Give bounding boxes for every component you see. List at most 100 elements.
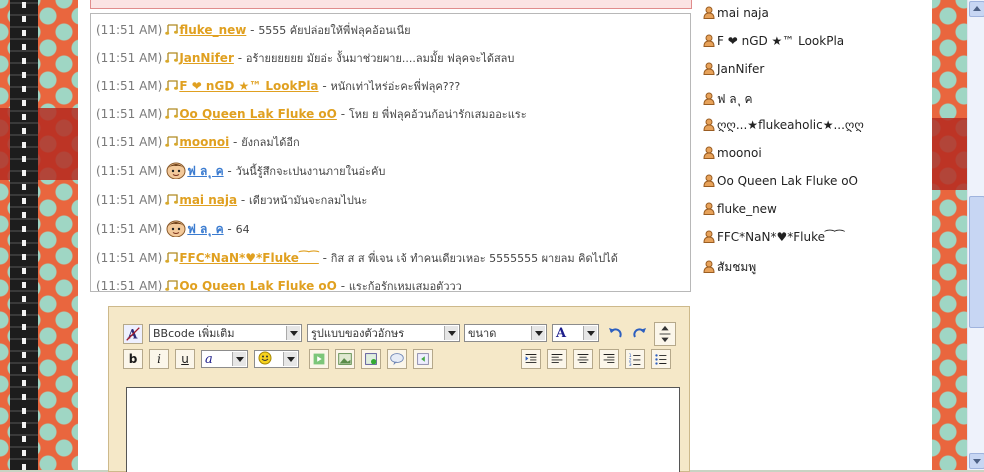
quote-icon[interactable] [387, 349, 407, 369]
music-note-icon [165, 194, 179, 205]
undo-icon[interactable] [605, 324, 625, 344]
highlight-select[interactable]: a [201, 350, 248, 368]
page-scroll-thumb[interactable] [969, 196, 984, 328]
bullet-list-icon[interactable] [651, 349, 671, 369]
notice-bar [90, 0, 692, 9]
music-note-icon [165, 136, 179, 147]
page-scroll-up-button[interactable] [969, 1, 984, 17]
user-icon [703, 6, 715, 19]
underline-button[interactable]: u [175, 349, 195, 369]
font-select-label: รูปแบบของตัวอักษร [311, 327, 405, 340]
message-author-link[interactable]: Oo Queen Lak Fluke oO [179, 279, 337, 291]
align-right-icon[interactable] [599, 349, 619, 369]
user-name: fluke_new [717, 202, 777, 216]
ordered-list-icon[interactable]: 123 [625, 349, 645, 369]
user-list-item[interactable]: mai naja [703, 6, 769, 26]
bbcode-select[interactable]: BBcode เพิ่มเติม [149, 324, 302, 342]
user-name: JanNifer [717, 62, 765, 76]
message-author-link[interactable]: F ❤ nGD ★™ LookPla [179, 79, 318, 93]
underline-label: u [181, 352, 189, 366]
message-text: กิส ส ส พี่เจน เจ้ ทำคนเดียวเหอะ 5555555… [330, 252, 618, 265]
font-select[interactable]: รูปแบบของตัวอักษร [307, 324, 460, 342]
page-scrollbar[interactable] [967, 0, 984, 470]
chat-message: (11:51 AM) fluke_new - 5555 คัยปล่อยให้พี… [96, 21, 411, 41]
message-time: (11:51 AM) [96, 23, 163, 37]
message-author-link[interactable]: fluke_new [179, 23, 246, 37]
user-name: ღღ...★flukeaholic★...ღღ [717, 118, 864, 132]
user-list-item[interactable]: moonoi [703, 146, 762, 166]
message-author-link[interactable]: ฟ ล ุ ค [187, 164, 223, 178]
smiley-avatar-icon [166, 220, 186, 237]
bold-button[interactable]: b [123, 349, 143, 369]
message-author-link[interactable]: mai naja [179, 193, 237, 207]
chat-message: (11:51 AM) mai naja - เดียวหน้ามันจะกลมไป… [96, 191, 367, 211]
user-list-item[interactable]: ฟ ล ุ ค [703, 90, 753, 110]
italic-button[interactable]: i [149, 349, 169, 369]
italic-label: i [157, 352, 161, 366]
insert-media-icon[interactable] [309, 349, 329, 369]
page-scroll-down-button[interactable] [969, 453, 984, 469]
music-note-icon [165, 108, 179, 119]
user-list-item[interactable]: ღღ...★flukeaholic★...ღღ [703, 118, 864, 138]
message-text: 64 [235, 223, 250, 236]
message-textarea[interactable] [126, 387, 680, 472]
insert-image-icon[interactable] [335, 349, 355, 369]
chevron-down-icon [286, 326, 300, 340]
message-time: (11:51 AM) [96, 107, 163, 121]
size-select[interactable]: ขนาด [464, 324, 547, 342]
align-left-icon[interactable] [547, 349, 567, 369]
indent-icon[interactable] [521, 349, 541, 369]
user-icon [703, 202, 715, 215]
align-center-icon[interactable] [573, 349, 593, 369]
right-margin [881, 0, 932, 470]
redo-icon[interactable] [630, 324, 650, 344]
message-time: (11:51 AM) [96, 193, 163, 207]
user-name: ฟ ล ุ ค [717, 92, 753, 106]
message-time: (11:51 AM) [96, 79, 163, 93]
message-author-link[interactable]: ฟ ล ุ ค [187, 222, 223, 236]
message-author-link[interactable]: Oo Queen Lak Fluke oO [179, 107, 337, 121]
user-list-item[interactable]: สัมชมพู [703, 258, 756, 278]
resize-icon[interactable] [654, 322, 676, 346]
message-author-link[interactable]: JanNifer [179, 51, 234, 65]
user-list-item[interactable]: fluke_new [703, 202, 777, 222]
chevron-down-icon [531, 326, 545, 340]
message-time: (11:51 AM) [96, 222, 163, 236]
color-select[interactable]: A [552, 324, 599, 342]
text-style-icon: a [205, 352, 213, 367]
message-separator: - [223, 164, 236, 178]
insert-code-icon[interactable] [413, 349, 433, 369]
music-note-icon [165, 280, 179, 291]
emoticon-select[interactable] [254, 350, 299, 368]
font-format-icon[interactable]: A [123, 324, 143, 344]
chevron-down-icon [583, 326, 597, 340]
chat-message: (11:51 AM) F ❤ nGD ★™ LookPla - หนักเท่าไ… [96, 77, 460, 97]
chevron-down-icon [283, 352, 297, 366]
user-list-item[interactable]: Oo Queen Lak Fluke oO [703, 174, 858, 194]
user-icon [703, 146, 715, 159]
chat-message: (11:51 AM) FFC*NaN*♥*Fluke⁀⁀ - กิส ส ส พี… [96, 249, 618, 269]
user-list-item[interactable]: JanNifer [703, 62, 764, 82]
message-text: หนักเท่าไหร่อ่ะคะพี่ฟลุค??? [330, 80, 461, 93]
user-icon [703, 92, 715, 105]
online-user-list: mai naja F ❤ nGD ★™ LookPla JanNifer ฟ ล ุ … [698, 0, 881, 470]
user-list-item[interactable]: FFC*NaN*♥*Fluke⁀⁀ [703, 230, 844, 250]
chat-message: (11:51 AM) ฟ ล ุ ค - 64 [96, 219, 250, 239]
smiley-icon [258, 351, 272, 365]
message-author-link[interactable]: moonoi [179, 135, 229, 149]
message-time: (11:51 AM) [96, 164, 163, 178]
music-note-icon [165, 252, 179, 263]
message-text: เดียวหน้ามันจะกลมไปนะ [249, 194, 368, 207]
message-editor: A BBcode เพิ่มเติม รูปแบบของตัวอักษร ขนา… [108, 306, 690, 472]
user-icon [703, 230, 715, 243]
message-separator: - [223, 222, 236, 236]
size-select-label: ขนาด [468, 327, 497, 340]
user-icon [703, 34, 715, 47]
insert-link-icon[interactable] [361, 349, 381, 369]
user-name: mai naja [717, 6, 769, 20]
user-list-item[interactable]: F ❤ nGD ★™ LookPla [703, 34, 844, 54]
message-time: (11:51 AM) [96, 135, 163, 149]
message-separator: - [246, 23, 259, 37]
chevron-down-icon [232, 352, 246, 366]
message-author-link[interactable]: FFC*NaN*♥*Fluke⁀⁀ [179, 251, 319, 265]
